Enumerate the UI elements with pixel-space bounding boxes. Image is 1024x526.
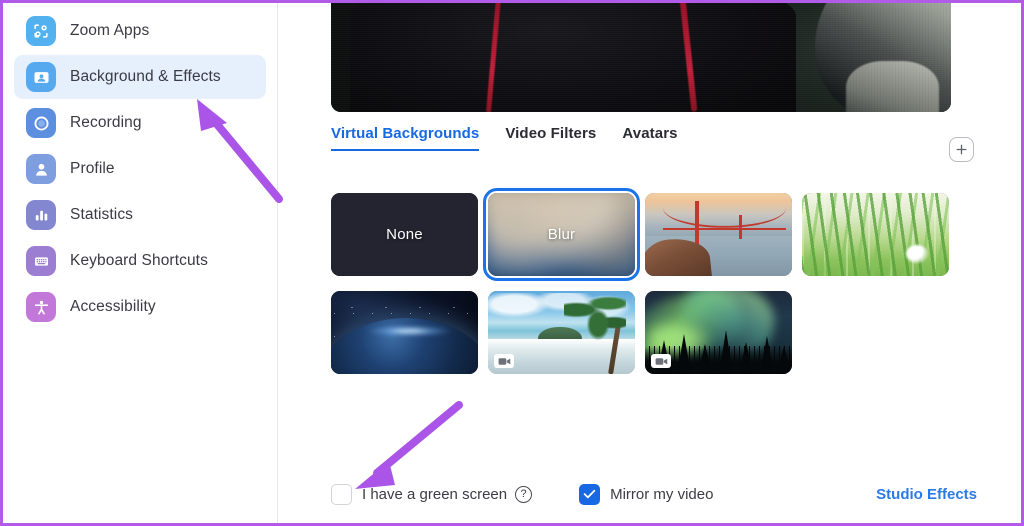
zoom-settings-window: Zoom Apps Background & Effects Recording [0, 0, 1024, 526]
sidebar-item-zoom-apps[interactable]: Zoom Apps [14, 9, 266, 53]
grass-blades [802, 193, 949, 276]
sun-flare [366, 325, 452, 336]
background-thumb-blur[interactable]: Blur [483, 188, 640, 281]
background-thumb-beach[interactable] [488, 291, 635, 374]
tab-avatars[interactable]: Avatars [622, 125, 677, 149]
bridge-cable [662, 207, 787, 228]
sidebar-item-label: Accessibility [70, 298, 156, 315]
green-screen-label: I have a green screen [362, 485, 508, 503]
bridge-span [662, 227, 787, 231]
thumb-art [645, 193, 792, 276]
sidebar-item-accessibility[interactable]: Accessibility [14, 285, 266, 329]
zoom-apps-icon [26, 16, 56, 46]
bridge-tower [694, 201, 699, 248]
sidebar-item-label: Statistics [70, 206, 134, 223]
studio-effects-link[interactable]: Studio Effects [876, 486, 977, 503]
grass-dew-drop [906, 244, 929, 263]
tab-video-filters[interactable]: Video Filters [505, 125, 596, 149]
sidebar-item-profile[interactable]: Profile [14, 147, 266, 191]
background-effects-panel: Virtual Backgrounds Video Filters Avatar… [278, 3, 1021, 523]
thumb-art [331, 291, 478, 374]
sidebar-item-background-effects[interactable]: Background & Effects [14, 55, 266, 99]
sidebar-item-label: Recording [70, 114, 142, 131]
tab-virtual-backgrounds[interactable]: Virtual Backgrounds [331, 125, 480, 151]
video-background-badge-icon [651, 354, 671, 368]
sidebar-item-label: Background & Effects [70, 68, 221, 85]
mirror-video-option: Mirror my video [579, 483, 714, 505]
green-screen-checkbox[interactable] [331, 483, 352, 505]
recording-icon [26, 108, 56, 138]
sidebar-item-label: Profile [70, 160, 115, 177]
help-icon[interactable]: ? [515, 485, 533, 503]
bridge-tower [739, 214, 743, 240]
sidebar-item-label: Zoom Apps [70, 22, 150, 39]
background-thumb-aurora[interactable] [645, 291, 792, 374]
effects-tabs: Virtual Backgrounds Video Filters Avatar… [331, 125, 951, 151]
sidebar-item-statistics[interactable]: Statistics [14, 193, 266, 237]
background-options-row: I have a green screen ? Mirror my video … [331, 481, 977, 507]
thumb-label: Blur [547, 226, 576, 243]
statistics-icon [26, 200, 56, 230]
settings-sidebar: Zoom Apps Background & Effects Recording [3, 3, 278, 523]
thumb-art [802, 193, 949, 276]
background-effects-icon [26, 62, 56, 92]
background-thumb-golden-gate-bridge[interactable] [645, 193, 792, 276]
mirror-video-checkbox[interactable] [579, 483, 601, 505]
palm-fronds [564, 295, 627, 342]
sidebar-item-recording[interactable]: Recording [14, 101, 266, 145]
accessibility-icon [26, 292, 56, 322]
background-thumb-none[interactable]: None [331, 193, 478, 276]
thumb-label: None [386, 226, 423, 243]
video-background-badge-icon [494, 354, 514, 368]
virtual-backgrounds-grid: None Blur [331, 188, 956, 374]
sidebar-item-keyboard-shortcuts[interactable]: Keyboard Shortcuts [14, 239, 266, 283]
video-preview-grain [331, 3, 951, 112]
background-thumb-grass[interactable] [802, 193, 949, 276]
sidebar-item-label: Keyboard Shortcuts [70, 252, 208, 269]
keyboard-icon [26, 246, 56, 276]
background-thumb-earth-space[interactable] [331, 291, 478, 374]
add-background-button[interactable] [949, 137, 974, 162]
green-screen-option: I have a green screen ? [331, 483, 533, 505]
mirror-video-label: Mirror my video [610, 485, 714, 503]
profile-icon [26, 154, 56, 184]
video-preview [331, 3, 951, 112]
